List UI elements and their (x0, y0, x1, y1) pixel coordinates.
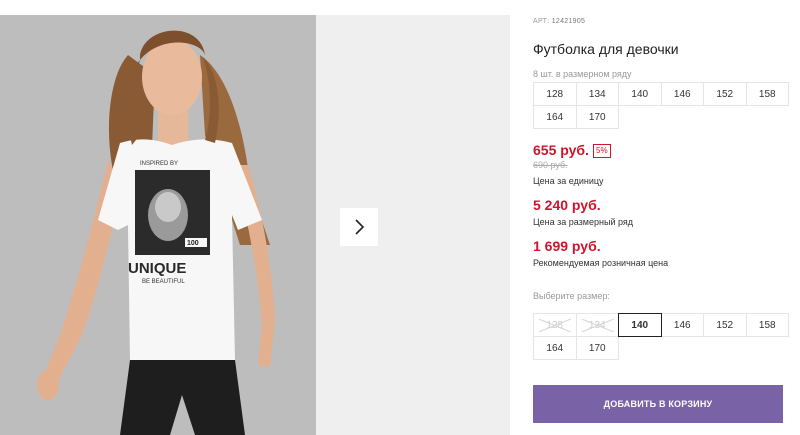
product-title: Футболка для девочки (533, 41, 679, 57)
pack-size-cell: 158 (745, 82, 789, 106)
discount-badge: 5% (593, 144, 611, 158)
article-value: 12421905 (551, 18, 586, 25)
svg-text:UNIQUE: UNIQUE (128, 260, 186, 277)
pack-price-label: Цена за размерный ряд (533, 217, 634, 227)
unit-price-label: Цена за единицу (533, 176, 604, 186)
article-number: АРТ: 12421905 (533, 18, 585, 25)
product-photo-image: 100 INSPIRED BY UNIQUE BE BEAUTIFUL (0, 15, 316, 435)
size-option-158[interactable]: 158 (745, 313, 789, 337)
chevron-right-icon (355, 219, 365, 235)
pack-size-cell: 146 (660, 82, 704, 106)
pack-sizes-grid: 128 134 140 146 152 158 164 170 (533, 82, 789, 129)
add-to-cart-button[interactable]: ДОБАВИТЬ В КОРЗИНУ (533, 385, 783, 423)
svg-text:INSPIRED BY: INSPIRED BY (140, 161, 178, 167)
pack-size-cell: 128 (533, 82, 577, 106)
pack-size-cell: 164 (533, 105, 577, 129)
article-label: АРТ: (533, 18, 550, 25)
size-option-152[interactable]: 152 (703, 313, 747, 337)
pack-size-cell: 170 (575, 105, 619, 129)
old-price: 690 руб. (533, 160, 568, 170)
size-selector: 128 134 140 146 152 158 164 170 (533, 313, 789, 360)
size-option-128: 128 (533, 313, 577, 337)
product-info: АРТ: 12421905 Футболка для девочки 8 шт.… (533, 0, 800, 435)
rrp-price-label: Рекомендуемая розничная цена (533, 258, 669, 268)
size-option-170[interactable]: 170 (575, 336, 619, 360)
gallery-next-button[interactable] (340, 208, 378, 246)
product-gallery: 100 INSPIRED BY UNIQUE BE BEAUTIFUL (0, 15, 510, 435)
size-option-140[interactable]: 140 (618, 313, 662, 337)
pack-note: 8 шт. в размерном ряду (533, 69, 632, 79)
size-option-134: 134 (575, 313, 619, 337)
svg-text:BE BEAUTIFUL: BE BEAUTIFUL (142, 279, 185, 285)
product-photo[interactable]: 100 INSPIRED BY UNIQUE BE BEAUTIFUL (0, 15, 316, 435)
pack-price: 5 240 руб. (533, 197, 601, 213)
svg-text:100: 100 (187, 240, 199, 247)
size-option-164[interactable]: 164 (533, 336, 577, 360)
pack-size-cell: 152 (703, 82, 747, 106)
choose-size-label: Выберите размер: (533, 291, 610, 301)
size-option-146[interactable]: 146 (660, 313, 704, 337)
pack-size-cell: 134 (575, 82, 619, 106)
unit-price: 655 руб. (533, 142, 589, 158)
pack-size-cell: 140 (618, 82, 662, 106)
rrp-price: 1 699 руб. (533, 238, 601, 254)
